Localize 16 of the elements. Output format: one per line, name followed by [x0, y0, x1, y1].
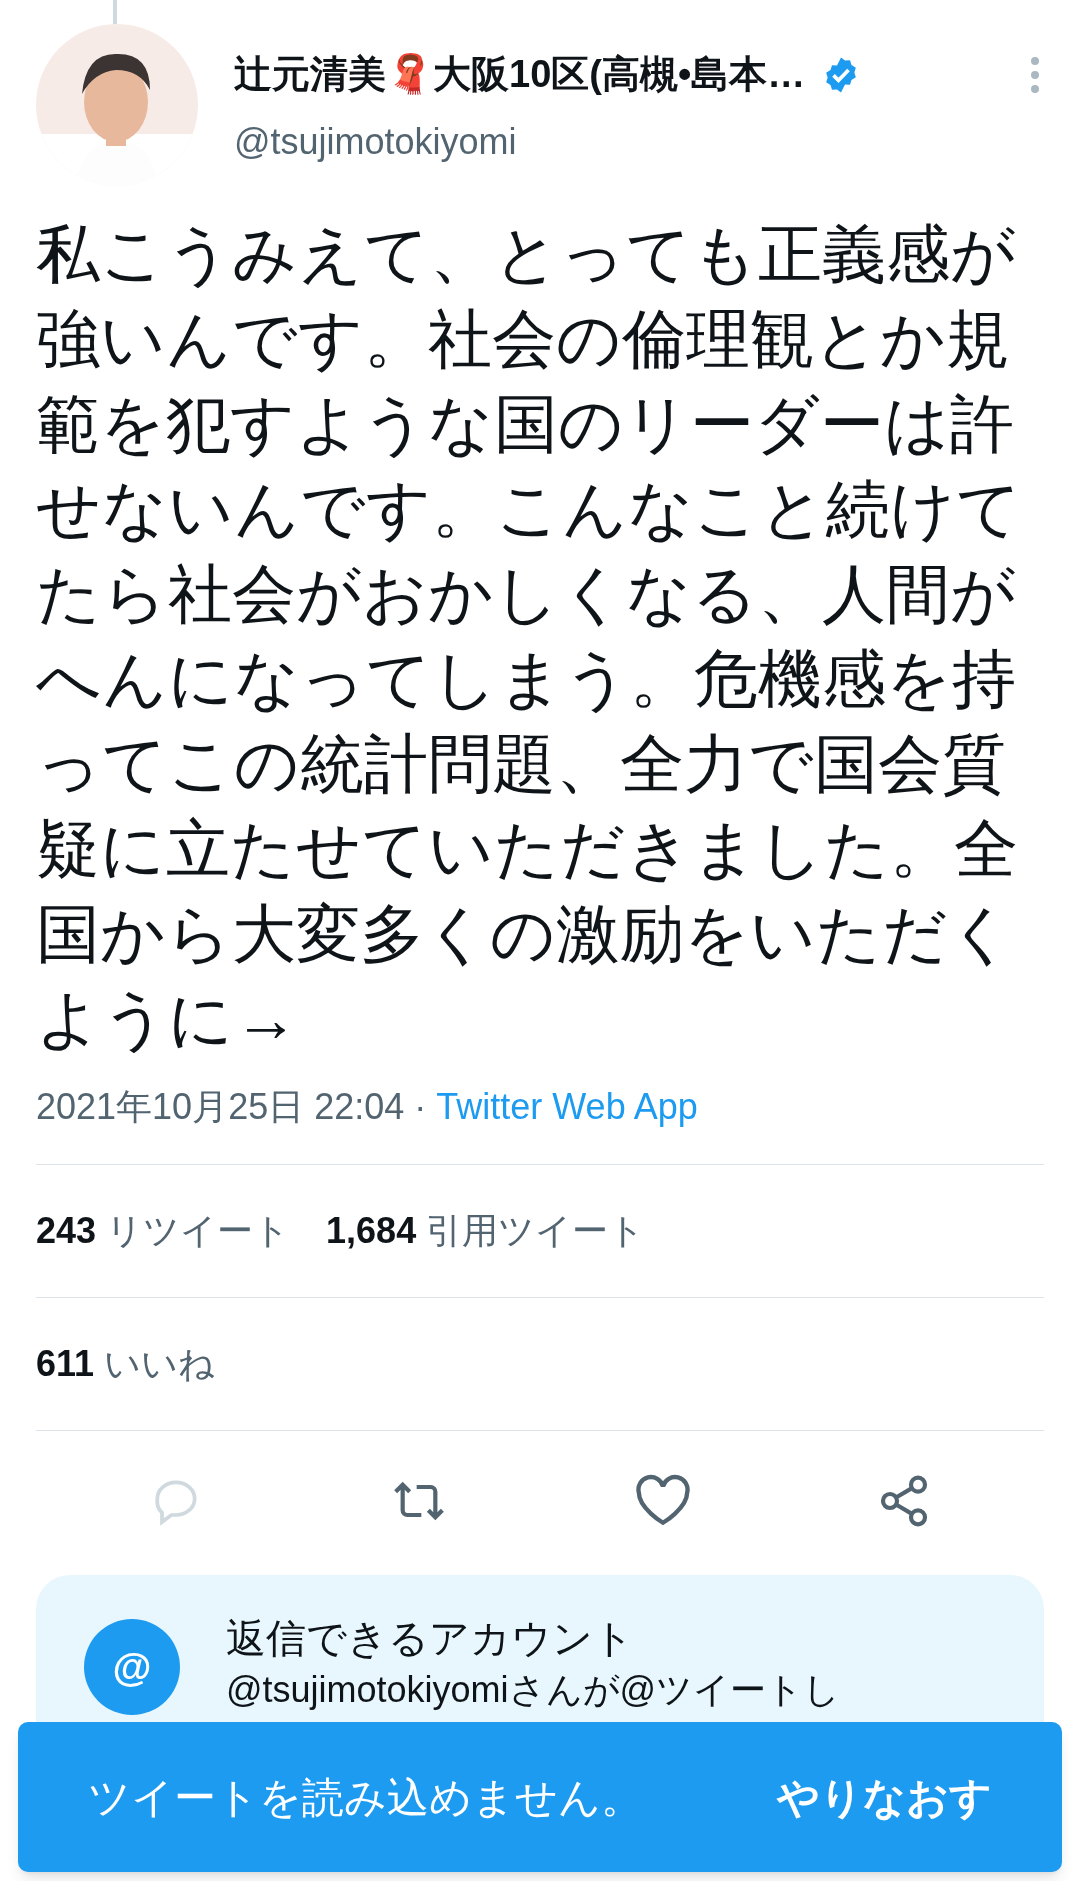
- like-count: 611: [36, 1342, 95, 1386]
- separator: ·: [414, 1085, 427, 1129]
- reply-notice-text: @tsujimotokiyomiさんが@ツイートし: [226, 1668, 841, 1712]
- stat-count: 1,684: [326, 1209, 417, 1253]
- like-icon[interactable]: [634, 1474, 692, 1528]
- stat-label[interactable]: リツイート: [106, 1204, 291, 1258]
- tweet-timestamp[interactable]: 2021年10月25日 22:04: [36, 1080, 405, 1134]
- stat-count: 243: [36, 1209, 97, 1253]
- stat-label[interactable]: 引用ツイート: [426, 1204, 646, 1258]
- tweet-text: 私こうみえて、とっても正義感が強いんです。社会の倫理観とか規範を犯すような国のリーダーは許せないんです。こんなこと続けてたら社会がおかしくなる、人間がへんになってしまう。危機感を持ってこの統計問題、全力で国会質疑に立たせていただきました。全国から大変多くの激励をいただくように→: [36, 217, 1023, 1057]
- author-name[interactable]: 辻元清美🧣大阪10区(高槻•島本…: [234, 46, 806, 103]
- like-label[interactable]: いいね: [104, 1337, 216, 1391]
- author-handle[interactable]: @tsujimotokiyomi: [234, 115, 1044, 169]
- reply-notice-title: 返信できるアカウント: [226, 1615, 635, 1662]
- at-icon: @: [84, 1619, 180, 1715]
- toast-message: ツイートを読み込めません。: [88, 1772, 643, 1823]
